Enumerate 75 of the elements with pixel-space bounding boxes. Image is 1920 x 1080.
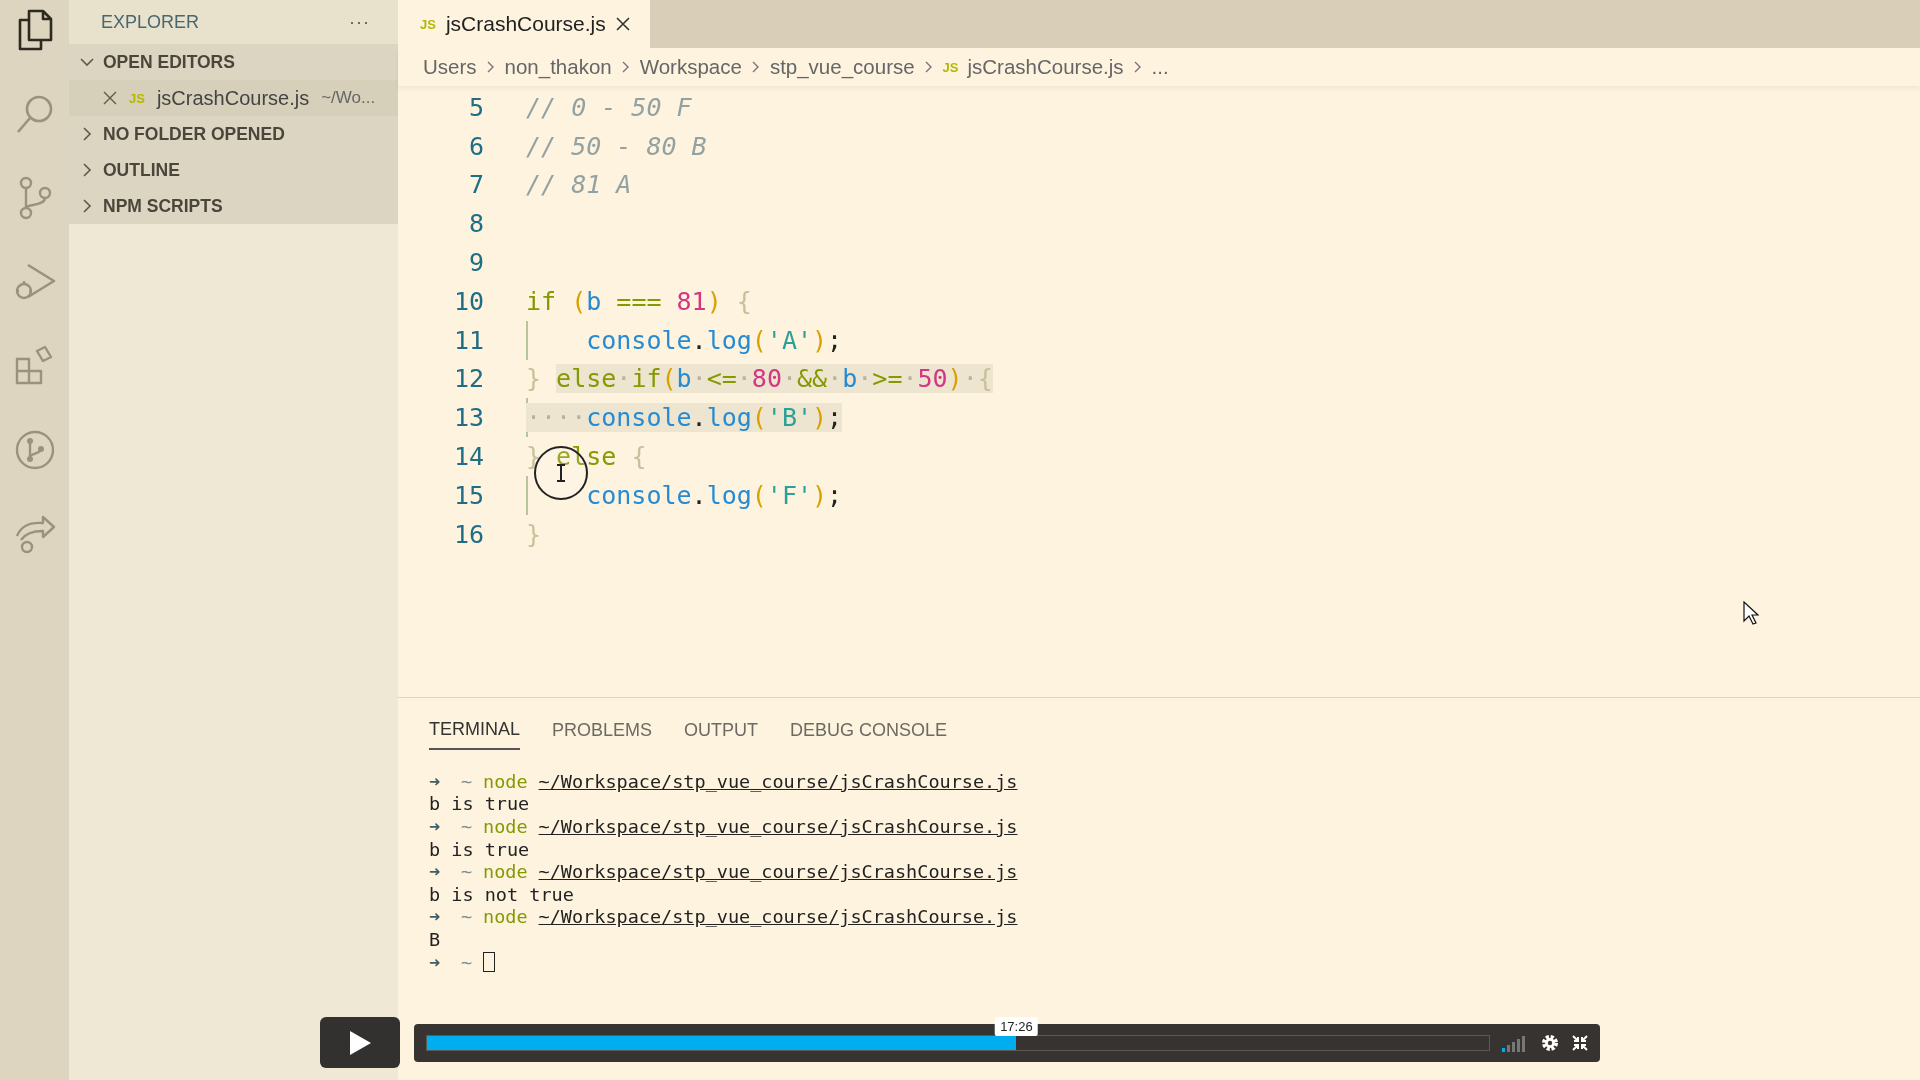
terminal-command: node	[483, 770, 528, 792]
prompt-directory: ~	[461, 906, 474, 928]
panel-tab[interactable]: TERMINAL	[429, 708, 520, 750]
file-path-link[interactable]: ~/Workspace/stp_vue_course/jsCrashCourse.js	[538, 861, 1018, 883]
code-line: // 81 A	[526, 170, 632, 200]
code-line: // 50 - 80 B	[526, 131, 707, 161]
prompt-arrow: ➜	[429, 951, 442, 973]
section-header[interactable]: OPEN EDITORS	[69, 44, 398, 80]
play-icon	[348, 1029, 372, 1056]
panel-tab[interactable]: DEBUG CONSOLE	[790, 709, 948, 749]
file-path-link[interactable]: ~/Workspace/stp_vue_course/jsCrashCourse.js	[538, 816, 1018, 837]
chevron-icon	[1132, 59, 1143, 75]
prompt-directory: ~	[461, 770, 474, 792]
panel-tab[interactable]: OUTPUT	[684, 709, 759, 749]
line-number: 11	[452, 325, 484, 355]
line-number: 14	[452, 442, 484, 472]
prompt-arrow: ➜	[429, 861, 442, 883]
prompt-directory: ~	[461, 951, 474, 973]
prompt-directory: ~	[461, 861, 474, 883]
line-number: 10	[452, 286, 484, 316]
prompt-arrow: ➜	[429, 816, 442, 837]
mouse-pointer-icon	[1743, 601, 1759, 625]
collapse-icon[interactable]	[1572, 1034, 1588, 1051]
code-line: ····console.log('B');	[526, 403, 843, 433]
chevron-icon	[485, 59, 496, 75]
breadcrumb-item[interactable]: Workspace	[639, 55, 742, 79]
line-number: 9	[467, 248, 484, 278]
close-icon[interactable]	[615, 17, 630, 31]
line-number: 6	[467, 131, 484, 161]
chevron-icon	[923, 59, 934, 75]
line-number: 16	[452, 519, 484, 549]
chevron-icon	[620, 59, 631, 75]
terminal-command: node	[483, 906, 528, 928]
breadcrumb-item[interactable]: jsCrashCourse.js	[967, 55, 1124, 79]
file-path-link[interactable]: ~/Workspace/stp_vue_course/jsCrashCourse.js	[538, 770, 1018, 792]
line-number: 7	[467, 170, 484, 200]
code-line: if (b === 81) {	[526, 286, 752, 316]
prompt-directory: ~	[461, 816, 474, 837]
play-button[interactable]	[320, 1017, 400, 1068]
line-number: 13	[452, 403, 484, 433]
line-number: 5	[467, 92, 484, 122]
file-path-link[interactable]: ~/Workspace/stp_vue_course/jsCrashCourse.js	[538, 906, 1018, 928]
breadcrumb-item[interactable]: stp_vue_course	[769, 55, 915, 79]
more-actions[interactable]: ···	[349, 11, 370, 33]
terminal-command: node	[483, 861, 528, 883]
terminal-output: B	[429, 928, 441, 950]
prompt-arrow: ➜	[429, 770, 442, 792]
breadcrumb-item[interactable]: non_thakon	[504, 55, 612, 79]
breadcrumb-item[interactable]: ...	[1151, 55, 1169, 79]
line-number: 12	[452, 364, 484, 394]
line-number: 15	[452, 480, 484, 510]
prompt-arrow: ➜	[429, 906, 442, 928]
section-header[interactable]: NPM SCRIPTS	[69, 188, 398, 224]
js-file-icon: JS	[942, 59, 959, 75]
line-number: 8	[467, 209, 484, 239]
terminal-output: b is true	[429, 838, 530, 860]
code-line: }	[526, 519, 542, 549]
section-header[interactable]: OUTLINE	[69, 152, 398, 188]
time-tooltip: 17:26	[995, 1016, 1038, 1036]
code-line: console.log('F');	[586, 480, 843, 510]
terminal-output: b is true	[429, 793, 530, 815]
section-header[interactable]: NO FOLDER OPENED	[69, 116, 398, 152]
open-editor-item[interactable]: JS jsCrashCourse.js ~/Wo...	[69, 80, 398, 116]
code-line: // 0 - 50 F	[526, 92, 692, 122]
chevron-icon	[750, 59, 761, 75]
terminal-command: node	[483, 816, 528, 837]
settings-icon[interactable]	[1540, 1032, 1560, 1053]
code-line: } else·if(b·<=·80·&&·b·>=·50)·{	[526, 364, 993, 394]
panel-tab[interactable]: PROBLEMS	[552, 709, 653, 749]
sidebar-title: EXPLORER	[101, 11, 200, 33]
code-line: console.log('A');	[586, 325, 843, 355]
terminal-output: b is not true	[429, 883, 574, 905]
breadcrumb-item[interactable]: Users	[423, 55, 477, 79]
editor-tab[interactable]: JS jsCrashCourse.js	[398, 0, 650, 48]
volume-icon[interactable]	[1502, 1033, 1528, 1052]
